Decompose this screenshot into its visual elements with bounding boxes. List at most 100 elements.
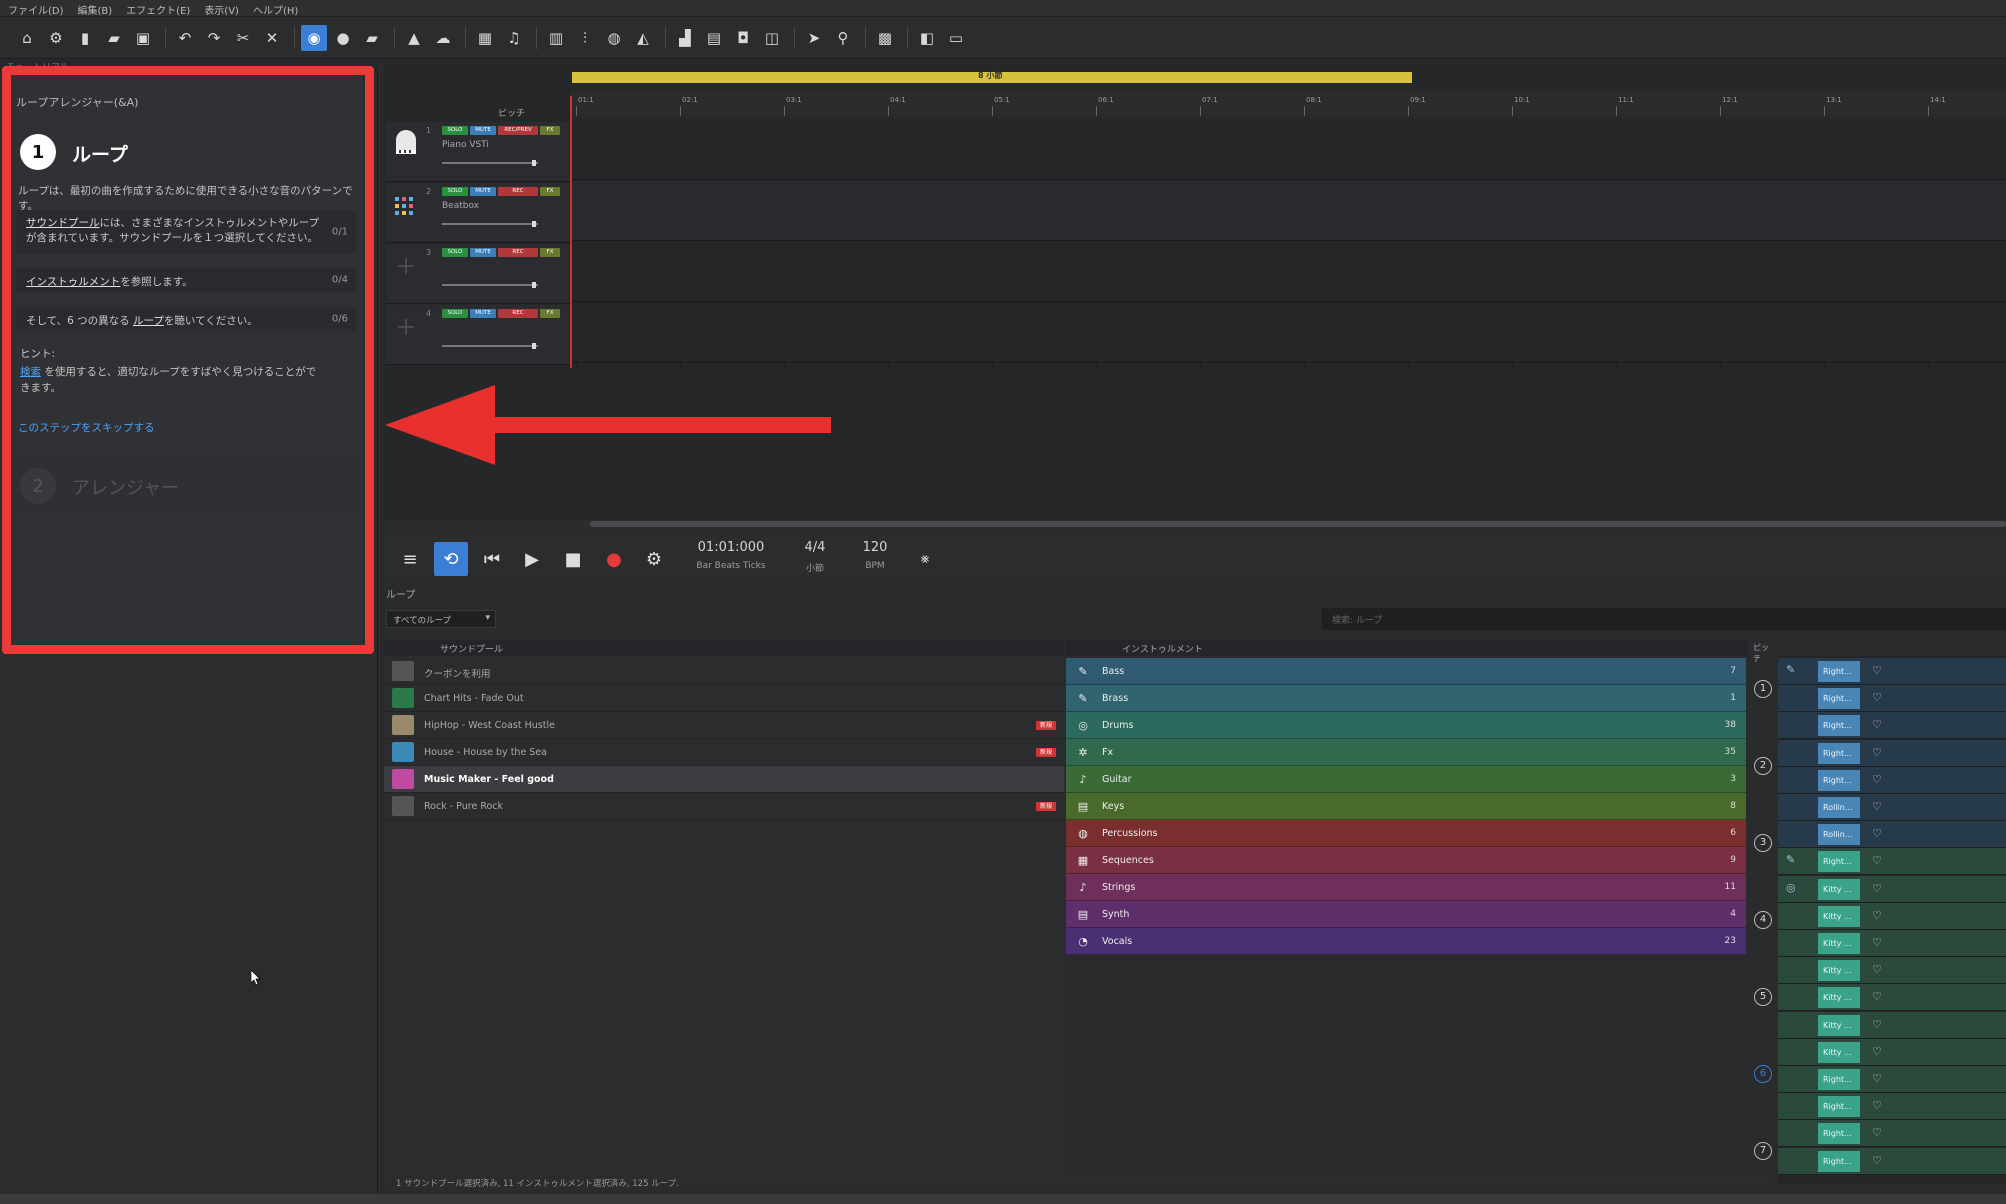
fx-button[interactable]: FX <box>540 126 560 135</box>
instrument-row[interactable]: ♪ Guitar 3 <box>1066 766 1746 793</box>
timeline-ruler[interactable]: 01:1 02:1 03:1 04:1 05:1 06:1 07:1 08:1 09:1 10:1… <box>570 90 2006 118</box>
solo-button[interactable]: SOLO <box>442 248 468 257</box>
track-lane[interactable] <box>570 181 2006 241</box>
record-icon[interactable]: ● <box>330 25 356 51</box>
slider-handle[interactable] <box>532 343 536 349</box>
loop-item-name[interactable]: Kitty ... <box>1818 1014 1860 1036</box>
gear-icon[interactable]: ⚙ <box>43 25 69 51</box>
new-file-icon[interactable]: ▮ <box>72 25 98 51</box>
play-icon[interactable]: ▶ <box>515 542 549 576</box>
pitch-button[interactable]: 6 <box>1754 1065 1772 1083</box>
track-lane[interactable] <box>570 120 2006 180</box>
rec-button[interactable]: REC/PREV <box>498 126 538 135</box>
loop-item-row[interactable]: Kitty ... ♡ <box>1778 1011 2006 1039</box>
menu-lines-icon[interactable]: ≡ <box>393 542 427 576</box>
loop-item-name[interactable]: Right... <box>1818 1096 1860 1118</box>
menu-effects[interactable]: エフェクト(E) <box>118 0 196 17</box>
loop-item-name[interactable]: Right... <box>1818 742 1860 764</box>
grid-icon[interactable]: ▦ <box>472 25 498 51</box>
loop-item-row[interactable]: Right... ♡ <box>1778 1066 2006 1093</box>
snap-icon[interactable]: ▩ <box>872 25 898 51</box>
loop-item-name[interactable]: Right... <box>1818 769 1860 791</box>
rec-button[interactable]: REC <box>498 248 538 257</box>
soundpool-row[interactable]: House - House by the Sea 新規 <box>384 739 1064 766</box>
instrument-row[interactable]: ◍ Percussions 6 <box>1066 820 1746 847</box>
favorite-heart-icon[interactable]: ♡ <box>1872 827 1882 840</box>
loop-toggle-icon[interactable]: ⟲ <box>434 542 468 576</box>
skip-back-icon[interactable]: ⏮ <box>475 542 509 576</box>
mute-button[interactable]: MUTE <box>470 126 496 135</box>
soundpool-row[interactable]: HipHop - West Coast Hustle 新規 <box>384 712 1064 739</box>
loop-item-name[interactable]: Rollin... <box>1818 824 1860 846</box>
loop-item-name[interactable]: Kitty ... <box>1818 878 1860 900</box>
loop-item-row[interactable]: Right... ♡ <box>1778 739 2006 767</box>
loop-item-name[interactable]: Right... <box>1818 1123 1860 1145</box>
fx-button[interactable]: FX <box>540 187 560 196</box>
export-icon[interactable]: ◧ <box>914 25 940 51</box>
loop-item-name[interactable]: Right... <box>1818 1150 1860 1172</box>
loop-item-row[interactable]: Kitty ... ♡ <box>1778 930 2006 957</box>
soundpool-row[interactable]: クーポンを利用 <box>384 658 1064 685</box>
favorite-heart-icon[interactable]: ♡ <box>1872 1045 1882 1058</box>
loop-item-name[interactable]: Right... <box>1818 1069 1860 1090</box>
scrollbar-thumb[interactable] <box>590 521 2006 527</box>
instrument-row[interactable]: ▤ Keys 8 <box>1066 793 1746 820</box>
favorite-heart-icon[interactable]: ♡ <box>1872 800 1882 813</box>
loop-search-input[interactable]: 検索: ループ <box>1322 608 2006 630</box>
pitch-button[interactable]: 2 <box>1754 757 1772 775</box>
fx-button[interactable]: FX <box>540 309 560 318</box>
volume-slider[interactable] <box>442 160 538 166</box>
mute-button[interactable]: MUTE <box>470 187 496 196</box>
favorite-heart-icon[interactable]: ♡ <box>1872 882 1882 895</box>
home-icon[interactable]: ⌂ <box>14 25 40 51</box>
slider-handle[interactable] <box>532 160 536 166</box>
loop-item-row[interactable]: Rollin... ♡ <box>1778 794 2006 821</box>
time-signature[interactable]: 4/4 <box>790 540 840 555</box>
loop-item-row[interactable]: Kitty ... ♡ ◎ <box>1778 875 2006 903</box>
pitch-button[interactable]: 5 <box>1754 988 1772 1006</box>
fx-button[interactable]: FX <box>540 248 560 257</box>
bars-icon[interactable]: ▟ <box>672 25 698 51</box>
pitch-label[interactable]: ピッチ <box>498 106 525 119</box>
loop-item-name[interactable]: Kitty ... <box>1818 1041 1860 1063</box>
loop-item-name[interactable]: Kitty ... <box>1818 905 1860 927</box>
position-display[interactable]: 01:01:000 <box>688 540 774 555</box>
loop-item-name[interactable]: Rollin... <box>1818 797 1860 818</box>
menu-edit[interactable]: 編集(B) <box>70 0 119 17</box>
track-name[interactable]: Piano VSTi <box>442 140 489 150</box>
track-lanes[interactable] <box>570 120 2006 368</box>
favorite-heart-icon[interactable]: ♡ <box>1872 854 1882 867</box>
favorite-heart-icon[interactable]: ♡ <box>1872 691 1882 704</box>
solo-button[interactable]: SOLO <box>442 126 468 135</box>
save-icon[interactable]: ▣ <box>130 25 156 51</box>
instrument-row[interactable]: ◔ Vocals 23 <box>1066 928 1746 955</box>
loop-item-name[interactable]: Kitty ... <box>1818 960 1860 982</box>
volume-icon[interactable]: ◭ <box>630 25 656 51</box>
favorite-heart-icon[interactable]: ♡ <box>1872 1072 1882 1085</box>
loop-item-row[interactable]: Kitty ... ♡ <box>1778 902 2006 930</box>
volume-slider[interactable] <box>442 221 538 227</box>
slider-handle[interactable] <box>532 282 536 288</box>
favorite-heart-icon[interactable]: ♡ <box>1872 664 1882 677</box>
video-icon[interactable]: ◘ <box>730 25 756 51</box>
loop-item-row[interactable]: Right... ♡ ✎ <box>1778 658 2006 685</box>
instrument-row[interactable]: ▦ Sequences 9 <box>1066 847 1746 874</box>
favorite-heart-icon[interactable]: ♡ <box>1872 1126 1882 1139</box>
soundpool-header[interactable]: サウンドプール <box>384 640 1064 656</box>
loop-item-row[interactable]: Right... ♡ <box>1778 712 2006 740</box>
instrument-row[interactable]: ✎ Bass 7 <box>1066 658 1746 685</box>
settings-icon[interactable]: ⚙ <box>637 542 671 576</box>
menu-help[interactable]: ヘルプ(H) <box>245 0 304 17</box>
loop-item-row[interactable]: Right... ♡ <box>1778 766 2006 794</box>
loop-range-bar[interactable]: 8 小節 <box>572 71 1412 83</box>
pointer-icon[interactable]: ➤ <box>801 25 827 51</box>
pitch-button[interactable]: 7 <box>1754 1142 1772 1160</box>
track-lane[interactable] <box>570 303 2006 363</box>
favorite-heart-icon[interactable]: ♡ <box>1872 1018 1882 1031</box>
upload-icon[interactable]: ☁ <box>430 25 456 51</box>
screen-icon[interactable]: ▤ <box>701 25 727 51</box>
favorite-heart-icon[interactable]: ♡ <box>1872 718 1882 731</box>
solo-button[interactable]: SOLO <box>442 187 468 196</box>
track-lane[interactable] <box>570 242 2006 302</box>
track-2[interactable]: 2 SOLO MUTE REC FX Beatbox <box>386 183 570 243</box>
